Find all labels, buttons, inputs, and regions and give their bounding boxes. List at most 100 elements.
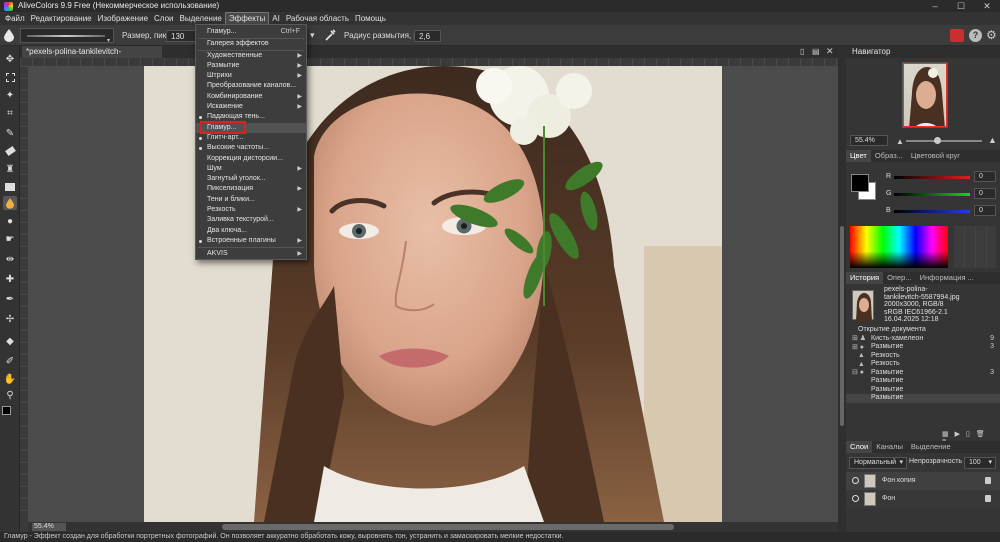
foreground-color-front[interactable] <box>851 174 869 192</box>
scrollbar-thumb[interactable] <box>840 226 844 426</box>
shape-tool-icon[interactable]: ◆ <box>3 334 17 348</box>
menu-item-channel-transform[interactable]: Преобразование каналов... <box>196 81 306 91</box>
water-drop-icon[interactable] <box>4 29 14 42</box>
crop-tool-icon[interactable]: ⌗ <box>3 106 17 120</box>
green-slider[interactable] <box>894 193 970 196</box>
play-icon[interactable]: ▶ <box>955 431 966 438</box>
menu-item-high-pass[interactable]: Высокие частоты... <box>196 143 306 153</box>
dodge-tool-icon[interactable]: ● <box>3 214 17 228</box>
history-row[interactable]: Резкость <box>846 360 1000 369</box>
zoom-out-icon[interactable]: ▲ <box>896 137 904 146</box>
blur-tool-icon[interactable] <box>3 196 17 210</box>
history-row[interactable]: Размытие <box>846 377 1000 386</box>
new-document-icon[interactable]: ▯ <box>966 431 976 438</box>
history-row-active[interactable]: Размытие <box>846 394 1000 403</box>
fill-tool-icon[interactable] <box>3 180 17 194</box>
horizontal-scrollbar[interactable]: 55.4% <box>28 522 838 532</box>
blue-value-input[interactable]: 0 <box>974 205 996 216</box>
navigator-zoom-input[interactable]: 55.4% <box>850 135 888 146</box>
history-row[interactable]: Кисть-хамелеон 9 <box>846 335 1000 344</box>
menu-item-blur[interactable]: Размытие ▶ <box>196 61 306 71</box>
trash-icon[interactable]: 🗑 <box>976 431 991 438</box>
transform-tool-icon[interactable]: ⇹ <box>3 252 17 266</box>
tile-icon[interactable]: ▤ <box>812 47 820 56</box>
color-swatch-grid[interactable] <box>954 226 996 268</box>
menu-item-distort[interactable]: Искажение ▶ <box>196 102 306 112</box>
healing-tool-icon[interactable]: ✚ <box>3 272 17 286</box>
navigator-zoom-slider[interactable] <box>906 140 982 142</box>
menu-item-two-keys[interactable]: Два ключа... <box>196 226 306 236</box>
tab-channels[interactable]: Каналы <box>872 441 907 453</box>
menu-file[interactable]: Файл <box>2 12 28 25</box>
tab-operations[interactable]: Опер... <box>883 272 916 284</box>
menu-item-combine[interactable]: Комбинирование ▶ <box>196 92 306 102</box>
help-icon[interactable]: ? <box>969 29 982 42</box>
document-tab[interactable]: *pexels-polina-tankilevitch-5587994.jpg <box>22 46 162 68</box>
history-row[interactable]: Размытие <box>846 386 1000 395</box>
menu-layers[interactable]: Слои <box>151 12 176 25</box>
eyedropper-tool-icon[interactable]: ✐ <box>3 354 17 368</box>
history-snapshot-thumbnail[interactable] <box>852 290 874 321</box>
text-tool-icon[interactable]: ✢ <box>3 312 17 326</box>
navigator-viewport-box[interactable] <box>903 63 947 127</box>
smudge-tool-icon[interactable]: ☛ <box>3 232 17 246</box>
magic-wand-icon[interactable]: ✦ <box>3 88 17 102</box>
menu-item-sharpen[interactable]: Резкость ▶ <box>196 205 306 215</box>
tab-history[interactable]: История <box>846 272 884 284</box>
hand-tool-icon[interactable]: ✋ <box>3 372 17 386</box>
eye-icon[interactable] <box>852 477 859 484</box>
menu-help[interactable]: Помощь <box>352 12 389 25</box>
brush-tool-icon[interactable]: ✎ <box>3 126 17 140</box>
layer-row[interactable]: Фон копия <box>846 472 1000 490</box>
foreground-color-swatch[interactable] <box>2 406 11 415</box>
menu-edit[interactable]: Редактирование <box>28 12 95 25</box>
chevron-down-icon[interactable]: ▾ <box>310 30 320 41</box>
marquee-tool-icon[interactable] <box>3 70 17 84</box>
zoom-tool-icon[interactable]: ⚲ <box>3 388 17 402</box>
history-row[interactable]: Открытие документа <box>846 326 1000 335</box>
gear-icon[interactable]: ⚙ <box>986 29 998 42</box>
close-document-icon[interactable]: ✕ <box>826 46 834 57</box>
history-row[interactable]: Размытие 3 <box>846 343 1000 352</box>
menu-item-noise[interactable]: Шум ▶ <box>196 164 306 174</box>
menu-item-builtin-plugins[interactable]: Встроенные плагины ▶ <box>196 236 306 246</box>
menu-item-shadows-highlights[interactable]: Тени и блики... <box>196 195 306 205</box>
menu-item-glamour-repeat[interactable]: Гламур... Ctrl+F <box>196 27 306 37</box>
green-value-input[interactable]: 0 <box>974 188 996 199</box>
move-tool-icon[interactable]: ✥ <box>3 52 17 66</box>
eye-icon[interactable] <box>852 495 859 502</box>
zoom-in-icon[interactable]: ▲ <box>988 135 997 145</box>
lock-icon[interactable] <box>985 477 991 484</box>
scrollbar-thumb[interactable] <box>222 524 674 530</box>
blue-slider[interactable] <box>894 210 970 213</box>
maximize-button[interactable]: ☐ <box>948 0 974 12</box>
tab-color[interactable]: Цвет <box>846 150 871 162</box>
color-spectrum[interactable] <box>850 226 948 268</box>
pen-tool-icon[interactable]: ✒ <box>3 292 17 306</box>
menu-item-strokes[interactable]: Штрихи ▶ <box>196 71 306 81</box>
tab-layers[interactable]: Слои <box>846 441 873 453</box>
bookmark-icon[interactable] <box>950 29 964 42</box>
menu-item-pixelate[interactable]: Пикселизация ▶ <box>196 184 306 194</box>
blend-mode-select[interactable]: Нормальный ▾ <box>849 457 907 469</box>
navigator-thumbnail[interactable] <box>902 62 948 128</box>
tab-info[interactable]: Информация ... <box>916 272 978 284</box>
menu-item-glitch-art[interactable]: Глитч-арт... <box>196 133 306 143</box>
red-slider[interactable] <box>894 176 970 179</box>
history-row[interactable]: Размытие 3 <box>846 369 1000 378</box>
stamp-tool-icon[interactable]: ♜ <box>3 162 17 176</box>
menu-image[interactable]: Изображение <box>95 12 151 25</box>
menu-item-texture-fill[interactable]: Заливка текстурой... <box>196 215 306 225</box>
red-value-input[interactable]: 0 <box>974 171 996 182</box>
lock-icon[interactable] <box>985 495 991 502</box>
brush-preset-picker[interactable]: ▾ <box>20 28 114 44</box>
zoom-slider-thumb[interactable] <box>934 137 941 144</box>
tab-color-wheel[interactable]: Цветовой круг <box>907 150 964 162</box>
minimize-button[interactable]: – <box>922 0 948 12</box>
vertical-scrollbar[interactable] <box>838 46 846 532</box>
tab-selection[interactable]: Выделение <box>907 441 955 453</box>
menu-item-effects-gallery[interactable]: Галерея эффектов <box>196 39 306 49</box>
tab-swatches[interactable]: Образ... <box>871 150 907 162</box>
size-input[interactable]: 130 <box>166 30 196 42</box>
menu-item-akvis[interactable]: AKVIS ▶ <box>196 249 306 259</box>
